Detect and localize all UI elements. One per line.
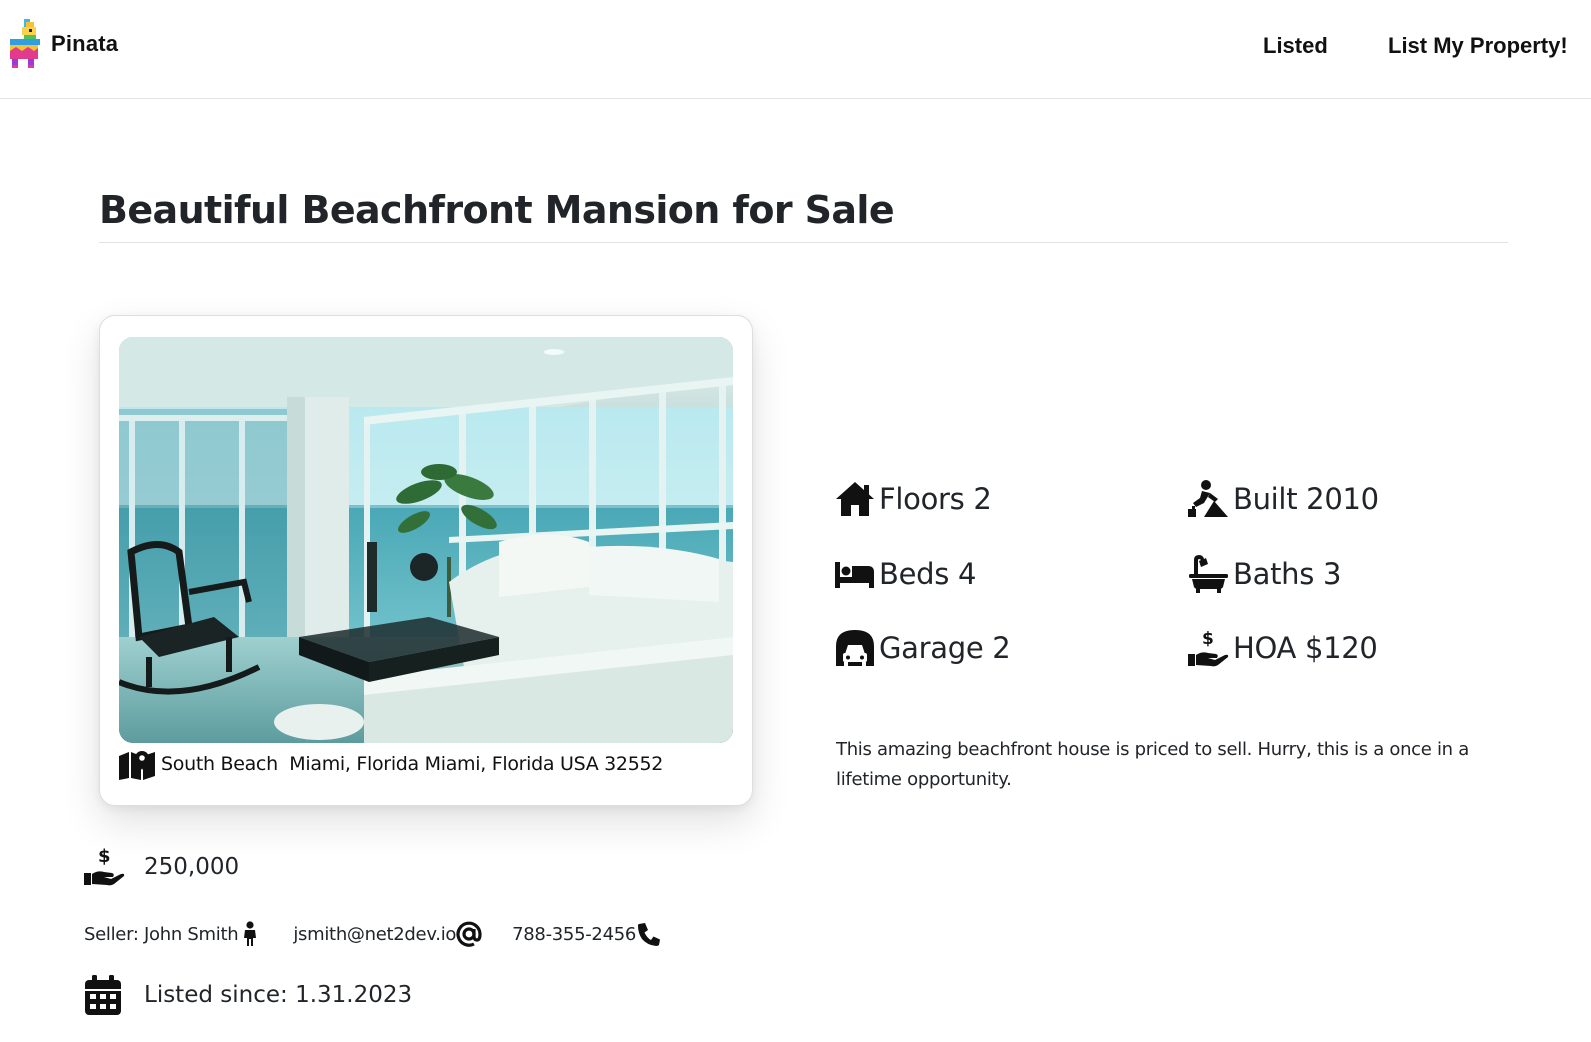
svg-text:$: $ bbox=[98, 846, 111, 867]
garage-icon bbox=[836, 630, 874, 666]
seller-phone[interactable]: 788-355-2456 bbox=[512, 924, 636, 945]
feature-baths-label: Baths 3 bbox=[1233, 557, 1342, 591]
seller-email[interactable]: jsmith@net2dev.io bbox=[293, 924, 456, 945]
feature-built-label: Built 2010 bbox=[1233, 482, 1379, 516]
feature-floors-label: Floors 2 bbox=[879, 482, 992, 516]
pinata-logo-icon[interactable] bbox=[8, 19, 42, 69]
feature-floors: Floors 2 bbox=[834, 479, 992, 519]
nav-list-my-property[interactable]: List My Property! bbox=[1388, 33, 1568, 59]
phone-icon bbox=[638, 923, 661, 946]
feature-garage-label: Garage 2 bbox=[879, 631, 1011, 665]
seller-contact-row: Seller: John Smith jsmith@net2dev.io 788… bbox=[84, 921, 662, 947]
calendar-icon bbox=[85, 975, 121, 1015]
feature-garage: Garage 2 bbox=[834, 628, 1011, 668]
navbar: Pinata Listed List My Property! bbox=[0, 0, 1591, 99]
title-divider bbox=[99, 242, 1508, 243]
brand[interactable]: Pinata bbox=[8, 19, 118, 69]
page-title: Beautiful Beachfront Mansion for Sale bbox=[99, 188, 895, 232]
feature-beds-label: Beds 4 bbox=[879, 557, 977, 591]
property-photo[interactable] bbox=[119, 337, 733, 743]
bath-icon bbox=[1189, 555, 1228, 593]
bed-icon bbox=[835, 562, 874, 588]
price-row: $ 250,000 bbox=[84, 846, 239, 888]
feature-beds: Beds 4 bbox=[834, 554, 976, 594]
property-description: This amazing beachfront house is priced … bbox=[836, 739, 1469, 790]
listed-since-row: Listed since: 1.31.2023 bbox=[84, 974, 412, 1016]
feature-baths: Baths 3 bbox=[1188, 554, 1341, 594]
property-photo-card: South Beach Miami, Florida Miami, Florid… bbox=[99, 315, 753, 806]
hand-dollar-icon: $ bbox=[84, 846, 125, 886]
seller-name: Seller: John Smith bbox=[84, 923, 239, 945]
svg-text:$: $ bbox=[1202, 629, 1214, 649]
feature-hoa: $ HOA $120 bbox=[1188, 628, 1378, 668]
person-icon bbox=[244, 921, 257, 946]
at-icon bbox=[456, 921, 482, 947]
map-icon bbox=[119, 751, 155, 780]
address-row: South Beach Miami, Florida Miami, Florid… bbox=[119, 748, 663, 780]
living-room-illustration bbox=[119, 337, 733, 743]
property-price: 250,000 bbox=[144, 854, 240, 880]
listed-since: Listed since: 1.31.2023 bbox=[144, 982, 413, 1008]
feature-built: Built 2010 bbox=[1188, 479, 1379, 519]
hand-dollar-icon: $ bbox=[1188, 629, 1229, 667]
feature-hoa-label: HOA $120 bbox=[1233, 631, 1378, 665]
property-address: South Beach Miami, Florida Miami, Florid… bbox=[161, 753, 664, 775]
house-icon bbox=[836, 482, 874, 516]
worker-icon bbox=[1188, 480, 1228, 517]
nav-listed[interactable]: Listed bbox=[1263, 33, 1328, 59]
brand-name[interactable]: Pinata bbox=[51, 31, 118, 57]
